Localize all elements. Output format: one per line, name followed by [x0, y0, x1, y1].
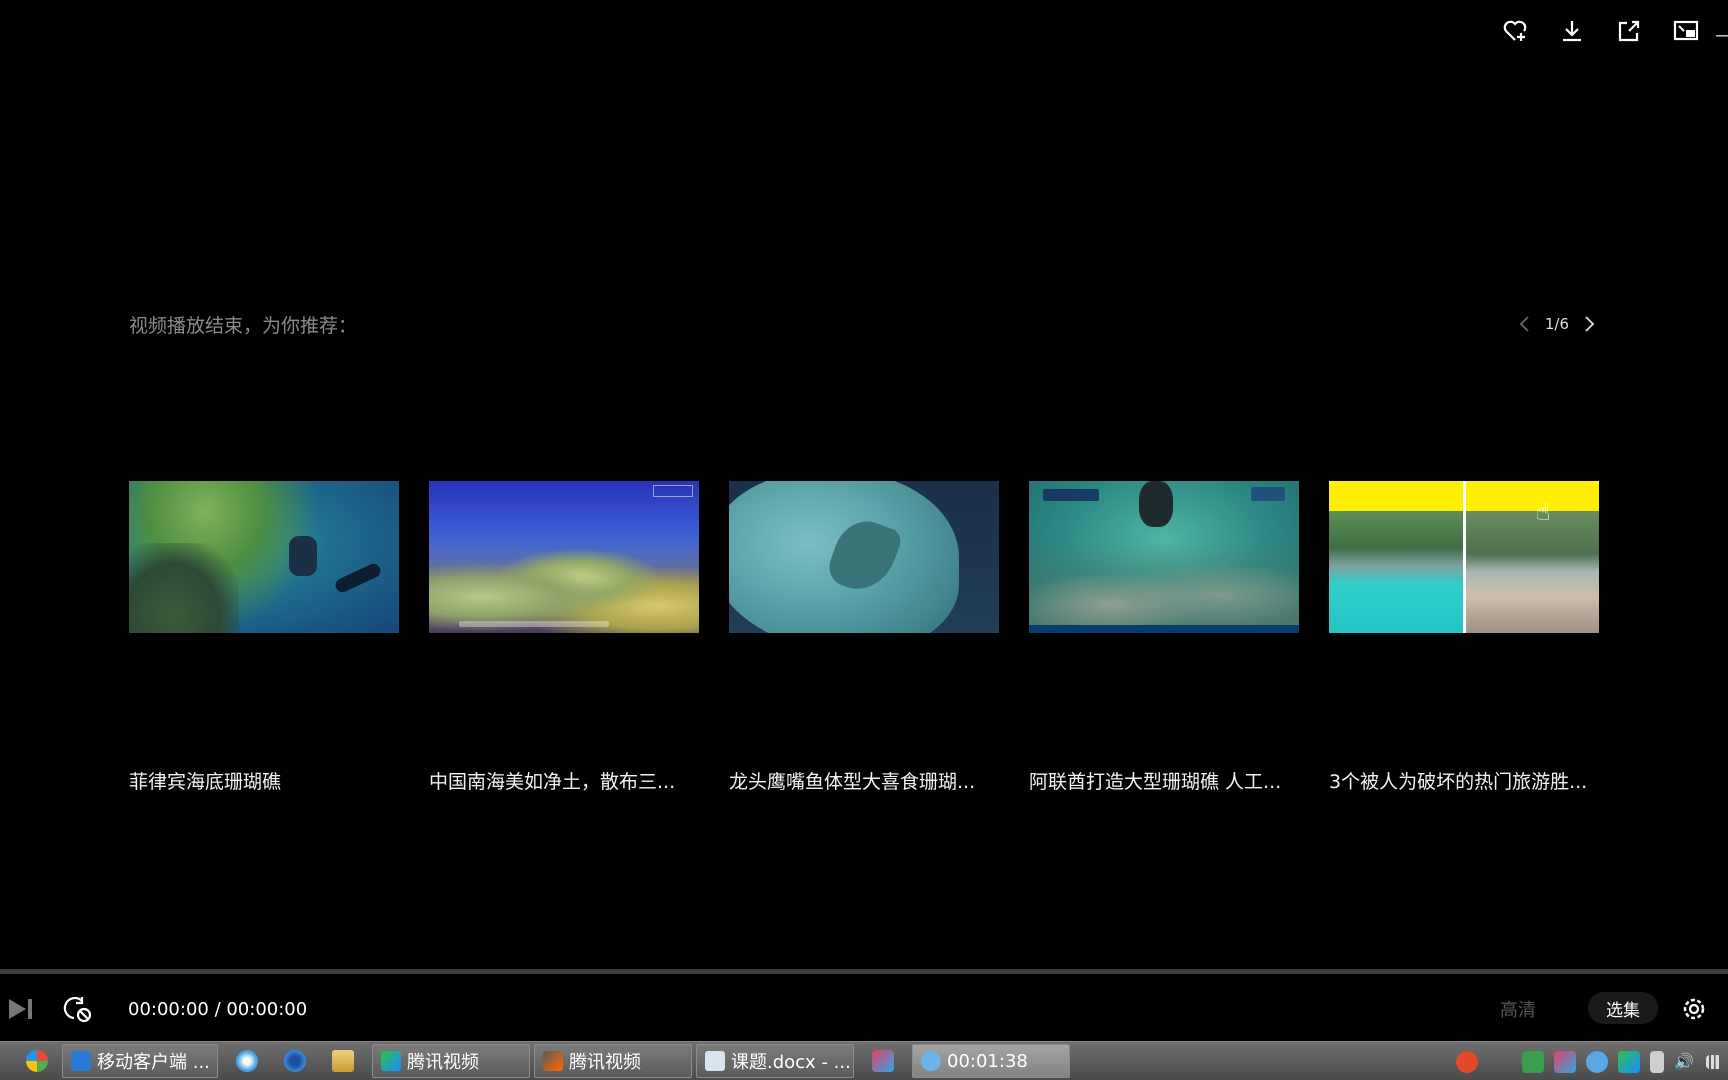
youku-tray-icon[interactable]: [1554, 1050, 1576, 1073]
security-shield-icon[interactable]: [1522, 1050, 1544, 1073]
word-icon: [705, 1051, 725, 1071]
start-orb-icon[interactable]: [22, 1046, 52, 1076]
picture-in-picture-icon[interactable]: [1657, 14, 1714, 48]
video-thumbnail[interactable]: [729, 481, 999, 633]
recommend-card[interactable]: 3个被人为破坏的热门旅游胜...: [1329, 481, 1599, 794]
video-title[interactable]: 阿联酋打造大型珊瑚礁 人工...: [1029, 767, 1299, 794]
task-label: 课题.docx - ...: [731, 1052, 851, 1073]
chevron-right-icon[interactable]: [1579, 314, 1599, 334]
video-title[interactable]: 中国南海美如净土，散布三...: [429, 767, 699, 794]
volume-icon[interactable]: 🔊: [1674, 1051, 1696, 1073]
video-thumbnail[interactable]: [1029, 481, 1299, 633]
recommend-card[interactable]: 龙头鹰嘴鱼体型大喜食珊瑚...: [729, 481, 999, 794]
share-out-icon[interactable]: [1600, 14, 1657, 48]
app-pinned-icon[interactable]: [232, 1046, 262, 1076]
taskbar-task[interactable]: 腾讯视频: [372, 1044, 530, 1078]
task-label: 移动客户端 ...: [97, 1052, 210, 1073]
task-label: 腾讯视频: [407, 1052, 479, 1073]
video-title[interactable]: 菲律宾海底珊瑚礁: [129, 767, 399, 794]
mouse-cursor-icon: ☝: [1536, 498, 1551, 526]
taskbar-task[interactable]: 腾讯视频: [534, 1044, 692, 1078]
taskbar-task[interactable]: 课题.docx - ...: [696, 1044, 854, 1078]
gear-icon[interactable]: [1680, 995, 1708, 1023]
download-icon[interactable]: [1543, 14, 1600, 48]
folder-icon[interactable]: [328, 1046, 358, 1076]
youku-icon[interactable]: [868, 1046, 898, 1076]
tencent-video-icon: [381, 1051, 401, 1071]
recorder-icon: [921, 1051, 941, 1071]
top-toolbar: [1486, 14, 1728, 48]
pager-total: 6: [1559, 315, 1569, 333]
progress-bar[interactable]: [0, 969, 1728, 974]
ie-icon: [71, 1051, 91, 1071]
chevron-left-icon[interactable]: [1515, 314, 1535, 334]
taskbar-task[interactable]: 00:01:38: [912, 1044, 1070, 1078]
pager-text: 1/6: [1545, 315, 1569, 333]
player-controls: 00:00:00 / 00:00:00 高清 选集: [0, 990, 1728, 1028]
tencent-video-icon: [543, 1051, 563, 1071]
quality-button[interactable]: 高清: [1500, 996, 1536, 1022]
task-label: 腾讯视频: [569, 1052, 641, 1073]
recommend-header: 视频播放结束，为你推荐： 1/6: [129, 310, 1599, 338]
tencent-video-tray-icon[interactable]: [1618, 1050, 1640, 1073]
loop-off-icon[interactable]: [60, 995, 94, 1023]
time-display: 00:00:00 / 00:00:00: [128, 998, 308, 1020]
network-signal-icon[interactable]: [1706, 1054, 1722, 1069]
recommend-list: 菲律宾海底珊瑚礁 中国南海美如净土，散布三... 龙头鹰嘴鱼体型大喜食珊瑚...…: [129, 481, 1599, 794]
video-title[interactable]: 3个被人为破坏的热门旅游胜...: [1329, 767, 1599, 794]
minimize-icon[interactable]: [1714, 14, 1728, 48]
pager: 1/6: [1515, 314, 1599, 334]
battery-icon[interactable]: [1650, 1050, 1664, 1073]
taskbar-task[interactable]: 移动客户端 ...: [62, 1044, 218, 1078]
task-label: 00:01:38: [947, 1050, 1028, 1072]
recommend-card[interactable]: 阿联酋打造大型珊瑚礁 人工...: [1029, 481, 1299, 794]
app-pinned-icon[interactable]: [280, 1046, 310, 1076]
video-thumbnail[interactable]: [1329, 481, 1599, 633]
recorder-tray-icon[interactable]: [1586, 1050, 1608, 1073]
video-thumbnail[interactable]: [129, 481, 399, 633]
recommend-card[interactable]: 中国南海美如净土，散布三...: [429, 481, 699, 794]
recommend-title: 视频播放结束，为你推荐：: [129, 314, 358, 337]
video-thumbnail[interactable]: [429, 481, 699, 633]
pager-current: 1: [1544, 315, 1555, 333]
recommend-card[interactable]: 菲律宾海底珊瑚礁: [129, 481, 399, 794]
taskbar: 移动客户端 ... 腾讯视频 腾讯视频 课题.docx - ... 00:01:…: [0, 1041, 1728, 1080]
play-next-icon[interactable]: [6, 995, 34, 1023]
episodes-button[interactable]: 选集: [1588, 992, 1658, 1024]
system-tray: 🔊: [1456, 1042, 1722, 1080]
sogou-input-icon[interactable]: [1456, 1050, 1478, 1073]
heart-plus-icon[interactable]: [1486, 14, 1543, 48]
video-title[interactable]: 龙头鹰嘴鱼体型大喜食珊瑚...: [729, 767, 999, 794]
